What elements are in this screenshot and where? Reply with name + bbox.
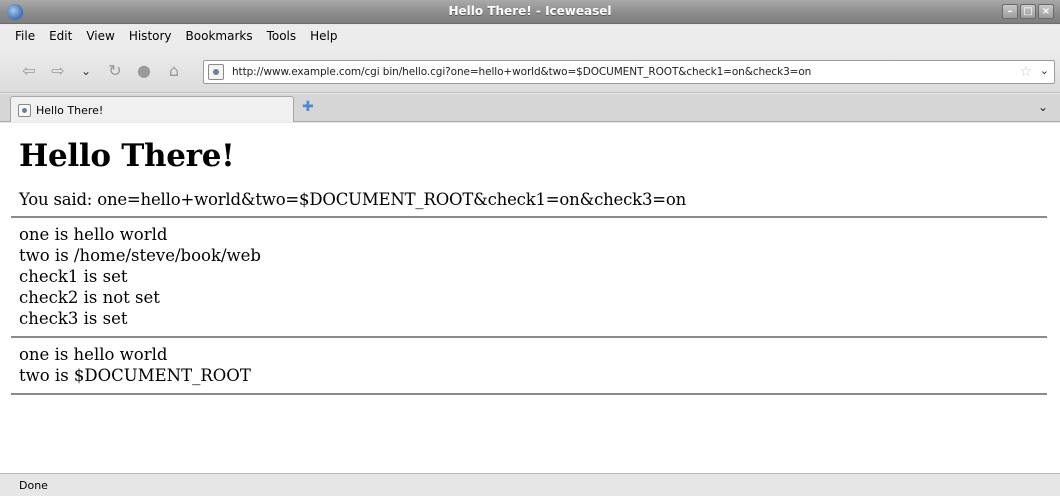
- said-line: You said: one=hello+world&two=$DOCUMENT_…: [19, 190, 687, 209]
- status-text: Done: [19, 479, 48, 492]
- menu-view[interactable]: View: [79, 29, 121, 43]
- result-line: two is /home/steve/book/web: [19, 246, 261, 265]
- window-controls: – □ ×: [1002, 4, 1054, 19]
- menu-bar: File Edit View History Bookmarks Tools H…: [0, 25, 1060, 47]
- menu-tools[interactable]: Tools: [260, 29, 304, 43]
- menu-file[interactable]: File: [8, 29, 42, 43]
- maximize-icon[interactable]: □: [1020, 4, 1036, 19]
- result-block-1: one is hello world two is /home/steve/bo…: [19, 224, 1049, 329]
- tab-favicon-icon: [18, 104, 31, 117]
- back-icon[interactable]: ⇦: [18, 60, 40, 82]
- bookmark-star-icon[interactable]: ☆: [1019, 64, 1032, 80]
- tab-list-icon[interactable]: ⌄: [1038, 100, 1048, 114]
- result-line: check2 is not set: [19, 288, 160, 307]
- tab-bar: Hello There! ✚ ⌄: [0, 94, 1060, 122]
- status-bar: Done: [0, 473, 1060, 496]
- divider: [11, 336, 1047, 338]
- divider: [11, 216, 1047, 218]
- title-bar: Hello There! - Iceweasel – □ ×: [0, 0, 1060, 24]
- result-line: check1 is set: [19, 267, 128, 286]
- tab-hello-there[interactable]: Hello There!: [10, 96, 294, 122]
- menu-edit[interactable]: Edit: [42, 29, 79, 43]
- close-icon[interactable]: ×: [1038, 4, 1054, 19]
- result-line: two is $DOCUMENT_ROOT: [19, 366, 251, 385]
- url-text[interactable]: http://www.example.com/cgi bin/hello.cgi…: [232, 66, 811, 78]
- menu-history[interactable]: History: [122, 29, 179, 43]
- result-block-2: one is hello world two is $DOCUMENT_ROOT: [19, 344, 1049, 386]
- stop-icon[interactable]: ●: [133, 60, 155, 82]
- tab-label: Hello There!: [36, 104, 104, 117]
- reload-icon[interactable]: ↻: [104, 60, 126, 82]
- url-dropdown-icon[interactable]: ⌄: [1040, 64, 1049, 77]
- browser-window: Hello There! - Iceweasel – □ × File Edit…: [0, 0, 1060, 496]
- page-content: Hello There! You said: one=hello+world&t…: [0, 123, 1060, 473]
- window-title: Hello There! - Iceweasel: [448, 4, 612, 18]
- menu-bookmarks[interactable]: Bookmarks: [179, 29, 260, 43]
- result-line: check3 is set: [19, 309, 128, 328]
- history-dropdown-icon[interactable]: ⌄: [75, 60, 97, 82]
- menu-help[interactable]: Help: [303, 29, 344, 43]
- minimize-icon[interactable]: –: [1002, 4, 1018, 19]
- forward-icon[interactable]: ⇨: [47, 60, 69, 82]
- result-line: one is hello world: [19, 225, 168, 244]
- new-tab-icon[interactable]: ✚: [302, 99, 314, 115]
- page-heading: Hello There!: [19, 138, 235, 174]
- url-bar[interactable]: http://www.example.com/cgi bin/hello.cgi…: [203, 60, 1055, 84]
- home-icon[interactable]: ⌂: [163, 60, 185, 82]
- divider: [11, 393, 1047, 395]
- site-identity-icon[interactable]: [208, 64, 224, 80]
- result-line: one is hello world: [19, 345, 168, 364]
- navigation-toolbar: ⇦ ⇨ ⌄ ↻ ● ⌂ http://www.example.com/cgi b…: [0, 47, 1060, 93]
